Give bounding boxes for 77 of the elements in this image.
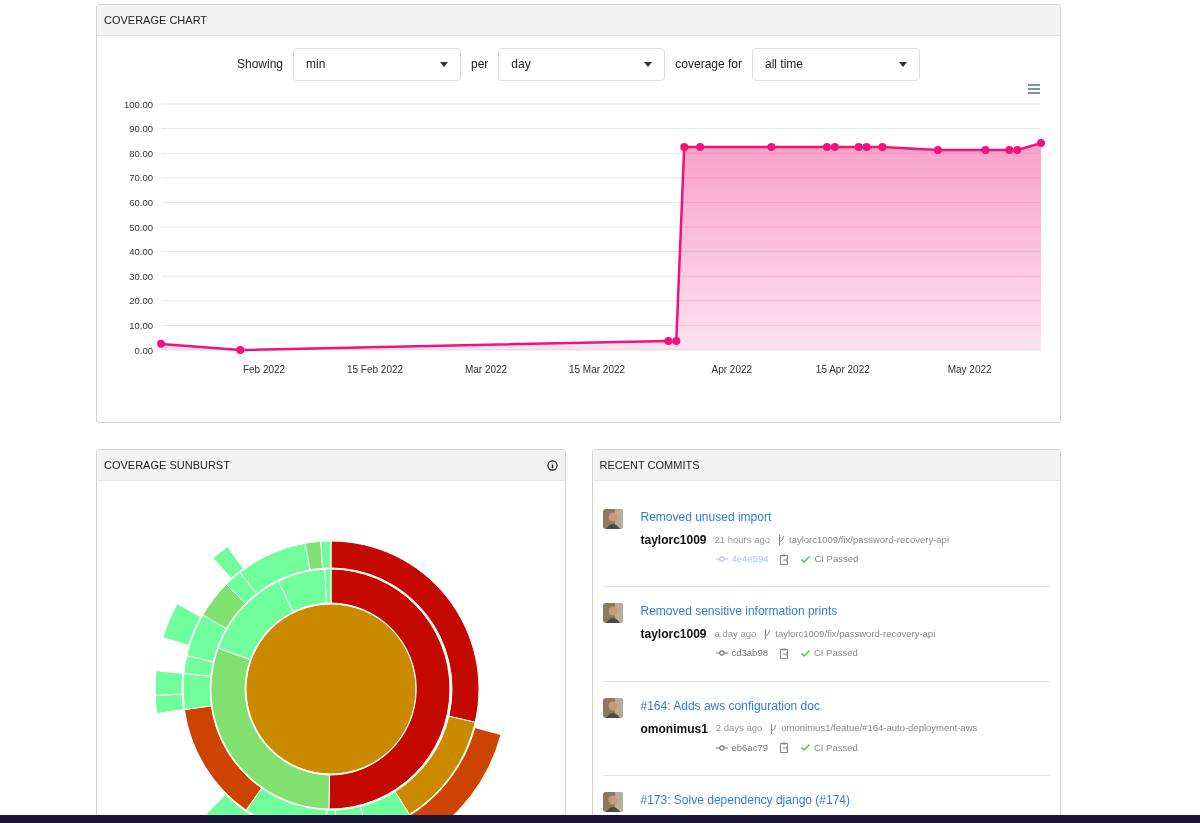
dropdown[interactable]: all time	[752, 47, 921, 81]
axis-label: 10.00	[129, 319, 153, 331]
check-icon	[800, 649, 810, 657]
data-point	[1037, 139, 1045, 148]
branch-name: omonimus1/featue/#164-auto-deployment-aws	[781, 721, 978, 736]
axis-label: 80.00	[129, 147, 153, 159]
copy-icon[interactable]	[779, 647, 789, 659]
commit-title-link[interactable]: Removed sensitive information prints	[640, 603, 936, 620]
axis-label: May 2022	[947, 364, 992, 375]
data-point	[680, 143, 689, 152]
data-point	[157, 339, 165, 348]
commit-time: 2 days ago	[715, 721, 763, 736]
data-point	[933, 146, 942, 154]
filter-label: per	[471, 56, 489, 73]
commit-hash[interactable]: cd3ab98	[731, 646, 768, 661]
dropdown[interactable]: min	[293, 47, 461, 81]
ci-status: CI Passed	[814, 552, 859, 566]
commit-title-link[interactable]: #164: Adds aws configuration doc	[640, 697, 978, 714]
menu-icon[interactable]	[1027, 83, 1041, 95]
data-point	[664, 336, 673, 345]
data-point	[981, 146, 990, 154]
axis-label: 15 Feb 2022	[346, 364, 404, 375]
axis-label: 90.00	[129, 123, 153, 135]
branch-name: taylorc1009/fix/password-recovery-api	[775, 627, 936, 642]
commit-icon	[715, 650, 728, 657]
caret-icon	[899, 61, 908, 67]
axis-label: Apr 2022	[711, 364, 753, 375]
commit-title-link[interactable]: #173: Solve dependency django (#174)	[640, 791, 850, 808]
axis-label: 30.00	[129, 270, 153, 282]
data-point	[822, 143, 831, 152]
ci-status: CI Passed	[813, 740, 858, 755]
panel-title: COVERAGE SUNBURST	[104, 457, 230, 473]
axis-label: 50.00	[129, 221, 153, 233]
commit-author: taylorc1009	[640, 626, 707, 644]
axis-label: 0.00	[134, 344, 153, 356]
axis-label: 60.00	[129, 196, 153, 208]
axis-label: 15 Apr 2022	[815, 364, 870, 375]
commit-author: omonimus1	[640, 720, 708, 738]
commit-time: a day ago	[714, 627, 757, 642]
data-point	[236, 346, 245, 354]
axis-label: Feb 2022	[242, 364, 286, 375]
axis-label: Mar 2022	[464, 364, 508, 375]
commit-hash[interactable]: eb6ac79	[731, 740, 768, 755]
filter-label: Showing	[236, 56, 283, 73]
copy-icon[interactable]	[780, 553, 790, 565]
copy-icon[interactable]	[779, 742, 789, 754]
branch-icon	[778, 535, 785, 545]
commit-time: 21 hours ago	[714, 532, 770, 547]
data-point	[696, 143, 705, 152]
info-icon[interactable]	[546, 459, 558, 471]
panel-title: RECENT COMMITS	[599, 457, 700, 473]
axis-label: 40.00	[129, 246, 153, 258]
axis-label: 15 Mar 2022	[568, 364, 626, 375]
data-point	[878, 143, 887, 152]
data-point	[862, 143, 871, 152]
branch-icon	[770, 723, 778, 734]
data-point	[830, 143, 839, 152]
branch-name: taylorc1009/fix/password-recovery-api	[789, 532, 949, 547]
check-icon	[800, 744, 810, 752]
commit-icon	[715, 556, 728, 563]
check-icon	[801, 555, 811, 563]
axis-label: 100.00	[123, 98, 153, 110]
caret-icon	[440, 61, 448, 67]
ci-status: CI Passed	[813, 646, 858, 661]
dropdown[interactable]: day	[498, 47, 666, 81]
data-point	[767, 143, 776, 152]
filter-label: coverage for	[675, 56, 743, 73]
commit-title-link[interactable]: Removed unused import	[640, 509, 949, 525]
commit-icon	[715, 744, 728, 751]
axis-label: 20.00	[129, 295, 153, 307]
data-point	[854, 143, 863, 152]
branch-icon	[764, 629, 772, 640]
caret-icon	[644, 61, 653, 67]
commit-author: taylorc1009	[640, 532, 707, 549]
axis-label: 70.00	[129, 172, 153, 184]
data-point	[672, 336, 681, 345]
panel-title: COVERAGE CHART	[104, 12, 208, 28]
